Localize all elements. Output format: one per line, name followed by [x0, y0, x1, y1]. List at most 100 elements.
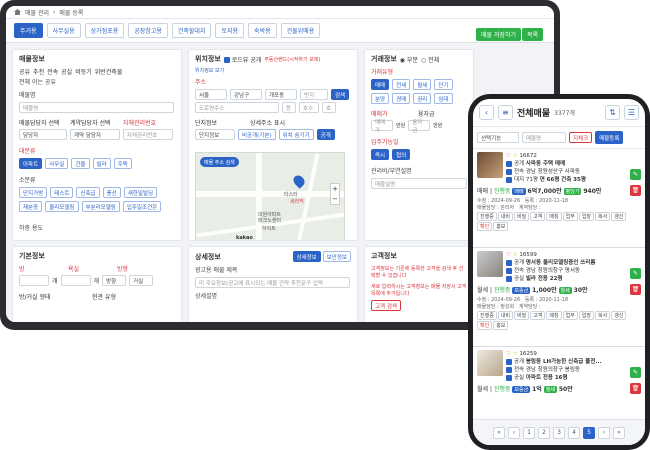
filter-select[interactable]: 선택기능: [477, 132, 519, 143]
star-icon[interactable]: ☆: [513, 153, 518, 159]
action-button[interactable]: 홍보: [493, 321, 509, 330]
small-chip[interactable]: 입주일조건은: [122, 201, 162, 212]
action-button[interactable]: 입장: [578, 311, 595, 320]
action-button[interactable]: 확인: [477, 321, 493, 330]
type-recommend[interactable]: 추천: [33, 67, 44, 76]
checkbox-icon[interactable]: [506, 176, 512, 183]
type-share[interactable]: 공유: [19, 67, 30, 76]
kind-chip[interactable]: 분양: [371, 93, 390, 104]
page-number[interactable]: 4: [568, 426, 580, 439]
tab-store[interactable]: 상가점포용: [84, 23, 125, 38]
detail-private[interactable]: 비공개(기본): [238, 129, 276, 140]
detail-public[interactable]: 공개: [316, 129, 335, 140]
type-violation[interactable]: 위반건축물: [95, 67, 123, 76]
dong-input[interactable]: 동: [282, 102, 296, 113]
dir-select[interactable]: 방향: [102, 275, 127, 286]
agent-select[interactable]: 담당자: [19, 129, 67, 140]
complex-select[interactable]: 단지정보: [195, 129, 235, 140]
tab-lodging[interactable]: 숙박용: [248, 23, 277, 38]
type-unregistered[interactable]: 비등기: [75, 67, 92, 76]
page-number[interactable]: 3: [553, 426, 565, 439]
listing-photo[interactable]: [477, 251, 503, 277]
zoom-control[interactable]: + −: [330, 183, 340, 205]
checkbox-icon[interactable]: [506, 267, 512, 274]
detail-hide[interactable]: 위치 숨기기: [278, 129, 314, 140]
star-icon[interactable]: ☆: [513, 351, 518, 357]
page-current[interactable]: 5: [583, 426, 595, 439]
client-search-button[interactable]: 고객 검색: [371, 300, 401, 311]
edit-icon[interactable]: ✎: [630, 169, 641, 180]
checkbox-icon[interactable]: [506, 358, 512, 365]
back-icon[interactable]: ‹: [479, 105, 494, 120]
listing-name[interactable]: 봉림동 LH가능한 신축급 풀전...: [526, 359, 602, 365]
page-last[interactable]: »: [613, 426, 625, 439]
small-chip[interactable]: 단지가방: [19, 187, 48, 198]
page-first[interactable]: «: [493, 426, 505, 439]
small-chip[interactable]: 신축급: [76, 187, 100, 198]
small-chip[interactable]: 새한밀빌딩: [123, 187, 158, 198]
district-select[interactable]: 강남구: [230, 89, 262, 100]
breadcrumb-parent[interactable]: 매물 관리: [25, 8, 49, 17]
road-input[interactable]: 도로명주소: [195, 102, 279, 113]
page-prev[interactable]: ‹: [508, 426, 520, 439]
small-chip[interactable]: 풍선: [102, 187, 121, 198]
action-button[interactable]: 복사: [595, 311, 611, 320]
action-button[interactable]: 진행중: [477, 311, 497, 320]
action-button[interactable]: 매칭: [546, 311, 562, 320]
sort-icon[interactable]: ⇅: [605, 105, 620, 120]
action-button[interactable]: 비밀: [514, 212, 530, 221]
action-button[interactable]: 고객: [530, 311, 546, 320]
listing-name[interactable]: 명서동 올리모델링중인 쓰리룸: [526, 260, 596, 266]
small-chip[interactable]: 올리모델링: [45, 201, 79, 212]
map-search-marker[interactable]: 매물 주소 검색: [200, 157, 239, 167]
kind-chip[interactable]: 단기: [434, 79, 453, 90]
filter-icon[interactable]: ≡: [498, 105, 513, 120]
action-button[interactable]: 내비: [497, 212, 514, 221]
add-listing-button[interactable]: 매물등록: [595, 131, 624, 144]
dong-select[interactable]: 개포동: [265, 89, 297, 100]
checkbox-icon[interactable]: [506, 374, 512, 381]
mgmt-input[interactable]: 매물설명: [371, 178, 467, 189]
kind-chip[interactable]: 월세: [413, 79, 432, 90]
map[interactable]: 매물 주소 검색 타스타 세라믹 대원아파트 태크노센터 하야트 kakao +…: [195, 152, 345, 240]
listing-name[interactable]: 사파동 주택 매매: [526, 161, 565, 167]
name-input[interactable]: 매물명: [19, 102, 174, 113]
listing-photo[interactable]: [477, 350, 503, 376]
listing-card[interactable]: ♡ ☆ 16259 공개 봉림동 LH가능한 신축급 풀전... 전속 경남 창…: [473, 347, 645, 403]
action-button[interactable]: 내비: [497, 311, 514, 320]
checkbox-icon[interactable]: [506, 259, 512, 266]
delete-icon[interactable]: 🗑: [630, 383, 641, 394]
action-button[interactable]: 업무: [562, 212, 578, 221]
ad-input[interactable]: 미 주요정보(광고에 표시되는 매물 간략 추천문구 입력: [195, 277, 350, 288]
pay-input[interactable]: 매매가: [371, 120, 393, 134]
tab-office[interactable]: 사무실용: [46, 23, 81, 38]
action-button[interactable]: 입장: [578, 212, 595, 221]
edit-icon[interactable]: ✎: [630, 367, 641, 378]
tab-residential[interactable]: 주거용: [14, 23, 43, 38]
listing-photo[interactable]: [477, 152, 503, 178]
checkbox-icon[interactable]: [506, 168, 512, 175]
heart-icon[interactable]: ♡: [506, 252, 511, 258]
move-now[interactable]: 즉시: [371, 149, 390, 160]
action-button[interactable]: 매칭: [546, 212, 562, 221]
jibun-input[interactable]: 번지: [300, 89, 328, 100]
menu-icon[interactable]: ☰: [624, 105, 639, 120]
action-button[interactable]: 고객: [530, 212, 546, 221]
tab-factory[interactable]: 공장창고용: [128, 23, 168, 38]
detail-tab-secure[interactable]: 보안정보: [322, 251, 351, 262]
tab-building[interactable]: 건물위매용: [280, 23, 321, 38]
list-button[interactable]: 목록: [522, 28, 544, 41]
checkbox-icon[interactable]: [506, 275, 512, 282]
listing-card[interactable]: ♡ ☆ 16672 공개 사파동 주택 매매 전속 경남 창원성산구 사파동 대…: [473, 149, 645, 248]
heart-icon[interactable]: ♡: [506, 153, 511, 159]
move-discuss[interactable]: 협의: [392, 149, 411, 160]
view-location[interactable]: 위치정보 보기: [195, 67, 224, 74]
city-select[interactable]: 서울: [195, 89, 227, 100]
heart-icon[interactable]: ♡: [506, 351, 511, 357]
star-icon[interactable]: ☆: [513, 252, 518, 258]
room-input[interactable]: [19, 275, 49, 286]
small-chip[interactable]: 부분리모델링: [81, 201, 120, 212]
opt-all[interactable]: ○ 전체: [421, 55, 439, 64]
big-office[interactable]: 사무실: [45, 158, 69, 169]
kind-chip[interactable]: 전세: [392, 79, 411, 90]
